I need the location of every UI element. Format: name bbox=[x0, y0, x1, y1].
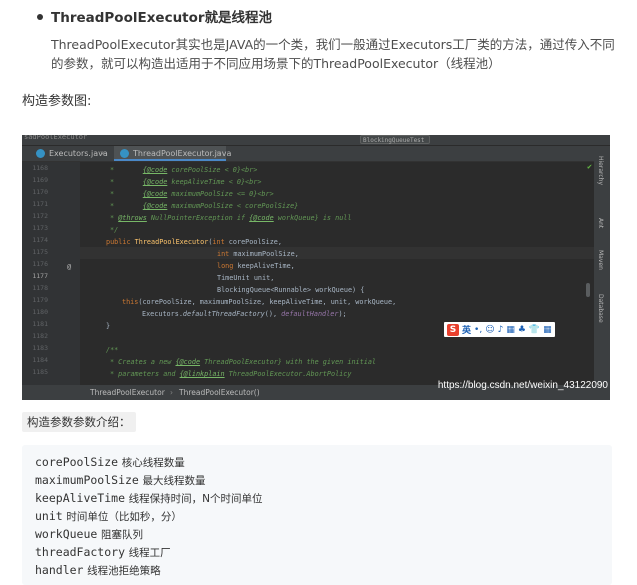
param-line: maximumPoolSize 最大线程数量 bbox=[35, 473, 206, 487]
watermark: https://blog.csdn.net/weixin_43122090 bbox=[437, 380, 608, 391]
ide-title: sadPoolExecutor bbox=[24, 135, 88, 141]
code-line: int maximumPoolSize, bbox=[217, 250, 299, 258]
keyboard-icon[interactable]: ▦ bbox=[506, 324, 515, 336]
close-icon[interactable]: × bbox=[99, 146, 106, 161]
user-icon[interactable]: ♣ bbox=[518, 324, 526, 336]
ide-titlebar: sadPoolExecutor BlockingQueueTest bbox=[22, 135, 610, 145]
code-line: * {@code maximumPoolSize < corePoolSize} bbox=[110, 202, 299, 210]
code-line: * @throws NullPointerException if {@code… bbox=[110, 214, 352, 222]
section-body: ThreadPoolExecutor其实也是JAVA的一个类，我们一般通过Exe… bbox=[51, 37, 615, 71]
code-line: TimeUnit unit, bbox=[217, 274, 275, 282]
code-line: Executors.defaultThreadFactory(), defaul… bbox=[142, 310, 347, 318]
param-line: unit 时间单位（比如秒，分） bbox=[35, 509, 182, 523]
class-icon bbox=[36, 149, 45, 158]
class-icon bbox=[120, 149, 129, 158]
toolbox-icon[interactable]: ▦ bbox=[543, 324, 552, 336]
params-label: 构造参数参数介绍： bbox=[22, 412, 136, 432]
param-line: handler 线程池拒绝策略 bbox=[35, 563, 161, 577]
inspection-ok-icon: ✔ bbox=[587, 162, 592, 171]
code-line: * Creates a new {@code ThreadPoolExecuto… bbox=[110, 358, 377, 366]
code-line: } bbox=[106, 322, 111, 330]
tool-hierarchy[interactable]: Hierarchy bbox=[597, 156, 604, 185]
right-tool-strip: Hierarchy Ant Maven Database bbox=[594, 146, 610, 400]
code-line: public ThreadPoolExecutor(int corePoolSi… bbox=[106, 238, 282, 246]
editor-tabs: Executors.java × ThreadPoolExecutor.java… bbox=[22, 146, 610, 162]
param-line: workQueue 阻塞队列 bbox=[35, 527, 143, 541]
ide-screenshot: sadPoolExecutor BlockingQueueTest Execut… bbox=[22, 135, 610, 400]
breadcrumb-class[interactable]: ThreadPoolExecutor bbox=[90, 388, 165, 397]
code-line: long keepAliveTime, bbox=[217, 262, 295, 270]
bullet-dot bbox=[37, 14, 43, 20]
tab-executors[interactable]: Executors.java × bbox=[30, 146, 110, 161]
code-editor[interactable]: * {@code corePoolSize < 0}<br> * {@code … bbox=[22, 162, 610, 385]
code-line: this(corePoolSize, maximumPoolSize, keep… bbox=[122, 298, 397, 306]
param-line: keepAliveTime 线程保持时间，N个时间单位 bbox=[35, 491, 263, 505]
code-line: * {@code corePoolSize < 0}<br> bbox=[110, 166, 258, 174]
code-line: * parameters and {@linkplain ThreadPoolE… bbox=[110, 370, 352, 378]
param-line: threadFactory 线程工厂 bbox=[35, 545, 171, 559]
code-line: * {@code keepAliveTime < 0}<br> bbox=[110, 178, 262, 186]
code-line: BlockingQueue<Runnable> workQueue) { bbox=[217, 286, 365, 294]
param-line: corePoolSize 核心线程数量 bbox=[35, 455, 185, 469]
breadcrumb-separator: › bbox=[170, 388, 173, 397]
punctuation-icon[interactable]: •, bbox=[474, 324, 482, 336]
breadcrumb-method[interactable]: ThreadPoolExecutor() bbox=[179, 388, 260, 397]
params-code-block: corePoolSize 核心线程数量 maximumPoolSize 最大线程… bbox=[22, 445, 612, 585]
close-icon[interactable]: × bbox=[215, 146, 222, 161]
tab-threadpoolexecutor[interactable]: ThreadPoolExecutor.java × bbox=[114, 146, 231, 161]
sogou-logo-icon[interactable]: S bbox=[447, 323, 459, 336]
section-bullet: ThreadPoolExecutor就是线程池 ThreadPoolExecut… bbox=[33, 8, 623, 73]
editor-scrollbar[interactable] bbox=[586, 283, 590, 297]
ime-language-toggle[interactable]: 英 bbox=[462, 323, 471, 336]
voice-icon[interactable]: ♪ bbox=[498, 324, 504, 336]
code-line: */ bbox=[110, 226, 119, 234]
code-line: * {@code maximumPoolSize <= 0}<br> bbox=[110, 190, 274, 198]
code-line: /** bbox=[106, 346, 119, 354]
tool-maven[interactable]: Maven bbox=[597, 250, 604, 270]
diagram-label: 构造参数图: bbox=[22, 94, 92, 109]
tool-database[interactable]: Database bbox=[597, 294, 604, 323]
tool-ant[interactable]: Ant bbox=[597, 218, 604, 228]
emoji-icon[interactable]: ☺ bbox=[485, 324, 494, 336]
ime-toolbar[interactable]: S 英 •, ☺ ♪ ▦ ♣ 👕 ▦ bbox=[444, 322, 555, 337]
skin-icon[interactable]: 👕 bbox=[529, 324, 540, 336]
run-config-select[interactable]: BlockingQueueTest bbox=[360, 135, 430, 144]
section-title: ThreadPoolExecutor就是线程池 bbox=[51, 10, 273, 26]
